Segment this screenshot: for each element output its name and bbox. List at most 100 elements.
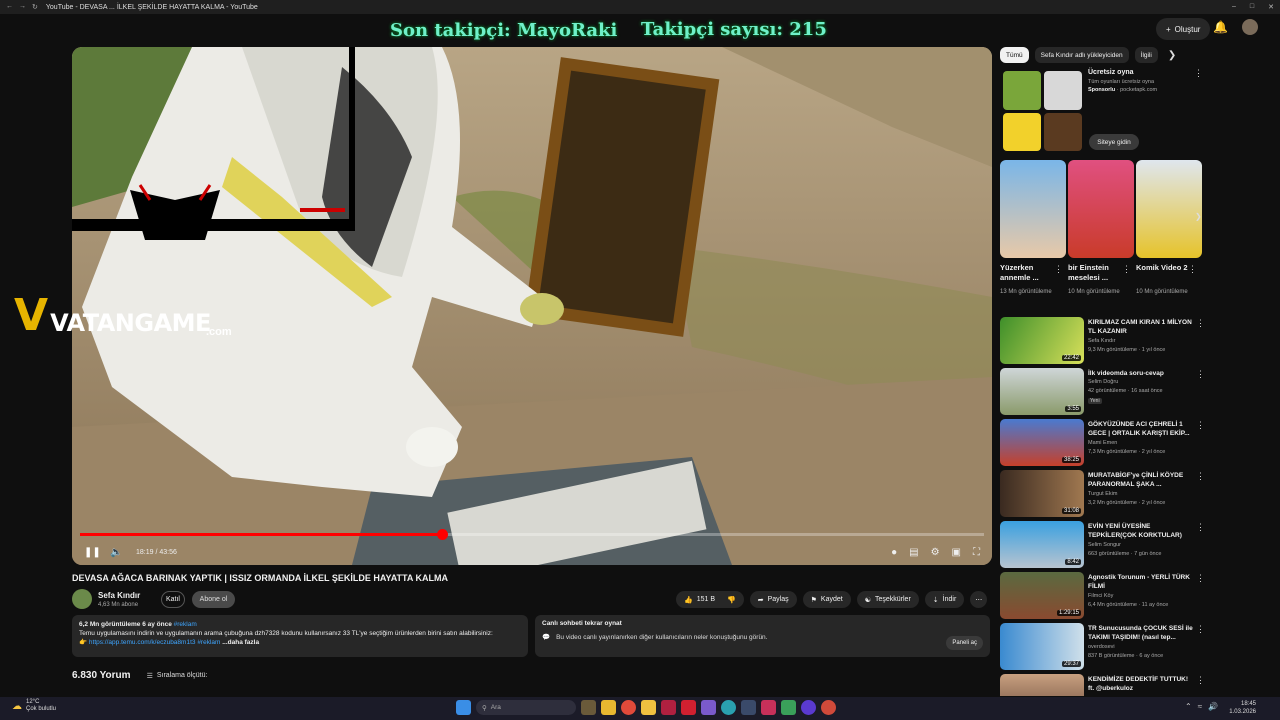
- video-thumbnail: 31:08: [1000, 470, 1084, 517]
- reload-icon[interactable]: ↻: [32, 3, 38, 11]
- share-button[interactable]: ➦ Paylaş: [749, 591, 797, 608]
- autoplay-toggle-icon[interactable]: ●: [891, 547, 897, 558]
- short-more-icon[interactable]: ⋮: [1054, 264, 1063, 275]
- short-title[interactable]: bir Einstein meselesi ...: [1068, 263, 1124, 283]
- app-icon[interactable]: [741, 700, 756, 715]
- thumbs-down-icon[interactable]: 👎: [727, 596, 736, 604]
- volume-icon[interactable]: 🔈: [110, 547, 122, 558]
- sort-button[interactable]: ☰ Sıralama ölçütü:: [147, 672, 208, 680]
- channel-avatar[interactable]: [72, 589, 92, 609]
- recommended-video[interactable]: 22:42 KIRILMAZ CAMI KIRAN 1 MİLYON TL KA…: [1000, 317, 1205, 367]
- short-more-icon[interactable]: ⋮: [1122, 264, 1131, 275]
- maximize-icon[interactable]: □: [1250, 3, 1254, 11]
- short-thumb[interactable]: [1000, 160, 1066, 258]
- sponsored-ad[interactable]: Ücretsiz oyna Tüm oyunları ücretsiz oyna…: [1000, 68, 1203, 158]
- minimize-icon[interactable]: –: [1232, 3, 1236, 11]
- short-thumb[interactable]: [1068, 160, 1134, 258]
- sort-icon: ☰: [146, 672, 153, 680]
- description-more[interactable]: ...daha fazla: [222, 639, 259, 646]
- video-more-icon[interactable]: ⋮: [1196, 624, 1205, 635]
- channel-name[interactable]: Sefa Kındır: [98, 591, 140, 600]
- video-more-icon[interactable]: ⋮: [1196, 369, 1205, 380]
- player-right-controls: ● ▤ ⚙ ▣ ⛶: [891, 547, 980, 558]
- recommended-video[interactable]: 3:55 İlk videomda soru-cevap Selim Doğru…: [1000, 368, 1205, 418]
- start-icon[interactable]: [456, 700, 471, 715]
- widgets-icon[interactable]: [581, 700, 596, 715]
- like-button[interactable]: 👍 151 B 👎: [676, 591, 744, 608]
- thanks-button[interactable]: ☯ Teşekkürler: [856, 591, 919, 608]
- stream-overlay-frame: [72, 47, 355, 240]
- back-icon[interactable]: ←: [6, 3, 13, 11]
- recommended-video[interactable]: 31:08 MURATABİGF'ye ÇİNLİ KÖYDE PARANORM…: [1000, 470, 1205, 520]
- recommended-video[interactable]: 29:37 TR Sunucusunda ÇOCUK SESİ ile TAKI…: [1000, 623, 1205, 673]
- wifi-icon[interactable]: ≈: [1198, 702, 1202, 711]
- app-icon[interactable]: [701, 700, 716, 715]
- visit-site-button[interactable]: Siteye gidin: [1089, 134, 1139, 150]
- app-icon[interactable]: [781, 700, 796, 715]
- app-icon[interactable]: [661, 700, 676, 715]
- forward-icon[interactable]: →: [19, 3, 26, 11]
- join-button[interactable]: Katıl: [161, 591, 185, 608]
- description-hashtag[interactable]: #reklam: [174, 621, 197, 628]
- description-box[interactable]: 6,2 Mn görüntüleme 6 ay önce #reklam Tem…: [72, 615, 528, 657]
- bell-icon[interactable]: 🔔: [1213, 20, 1228, 34]
- fullscreen-icon[interactable]: ⛶: [973, 547, 980, 558]
- save-button[interactable]: ⚑ Kaydet: [802, 591, 851, 608]
- recommended-video[interactable]: 38:25 GÖKYÜZÜNDE ACI ÇEHRELİ 1 GECE | OR…: [1000, 419, 1205, 469]
- pause-icon[interactable]: ❚❚: [84, 547, 101, 558]
- taskbar-search[interactable]: ⚲ Ara: [476, 700, 576, 715]
- short-views: 10 Mn görüntüleme: [1068, 289, 1120, 295]
- progress-bar[interactable]: [80, 529, 984, 540]
- youtube-app-icon[interactable]: [681, 700, 696, 715]
- short-thumb[interactable]: [1136, 160, 1202, 258]
- chip-all[interactable]: Tümü: [1000, 47, 1029, 63]
- app-icon[interactable]: [821, 700, 836, 715]
- ad-title: Ücretsiz oyna: [1088, 69, 1134, 76]
- recommended-video[interactable]: 1:29:15 Agnostik Torunum - YERLİ TÜRK Fİ…: [1000, 572, 1205, 622]
- short-more-icon[interactable]: ⋮: [1188, 264, 1197, 275]
- tab-title[interactable]: YouTube - DEVASA ... İLKEL ŞEKİLDE HAYAT…: [46, 4, 258, 11]
- settings-gear-icon[interactable]: ⚙: [931, 547, 940, 558]
- chevron-up-icon[interactable]: ⌃: [1185, 702, 1192, 711]
- folder-icon[interactable]: [641, 700, 656, 715]
- video-thumbnail: 3:55: [1000, 368, 1084, 415]
- account-avatar[interactable]: [1242, 19, 1258, 35]
- close-icon[interactable]: ✕: [1268, 3, 1274, 11]
- short-title[interactable]: Yüzerken annemle ...: [1000, 263, 1056, 283]
- speaker-icon[interactable]: 🔊: [1208, 702, 1218, 711]
- open-panel-button[interactable]: Paneli aç: [946, 636, 983, 650]
- chip-from-uploader[interactable]: Sefa Kındır adlı yükleyiciden: [1034, 47, 1129, 63]
- video-more-icon[interactable]: ⋮: [1196, 318, 1205, 329]
- pointing-hand-icon: 👉: [79, 639, 88, 646]
- file-explorer-icon[interactable]: [601, 700, 616, 715]
- download-button[interactable]: ⇣ İndir: [924, 591, 965, 608]
- shorts-next-icon[interactable]: ❯: [1195, 212, 1202, 221]
- recommended-video[interactable]: 8:42 EVİN YENİ ÜYESİNE TEPKİLER(ÇOK KORK…: [1000, 521, 1205, 571]
- short-title[interactable]: Komik Video 2: [1136, 263, 1192, 273]
- video-more-icon[interactable]: ⋮: [1196, 675, 1205, 686]
- description-link-hashtag[interactable]: #reklam: [197, 639, 220, 646]
- video-channel: Turgut Ekim: [1088, 491, 1118, 497]
- recommended-video[interactable]: KENDİMİZE DEDEKTİF TUTTUK! ft. @uberkulo…: [1000, 674, 1205, 696]
- subscribe-button[interactable]: Abone ol: [192, 591, 235, 608]
- app-icon[interactable]: [761, 700, 776, 715]
- subtitles-icon[interactable]: ▤: [909, 547, 918, 558]
- chevron-right-icon[interactable]: ❯: [1168, 50, 1176, 61]
- description-link[interactable]: https://app.temu.com/k/eczuba8m1t3: [89, 639, 196, 646]
- chrome-icon[interactable]: [621, 700, 636, 715]
- edge-icon[interactable]: [721, 700, 736, 715]
- weather-widget[interactable]: ☁ 12°C Çok bulutlu: [12, 699, 56, 713]
- video-channel: Mami Emen: [1088, 440, 1118, 446]
- clock[interactable]: 18:45 1.03.2026: [1229, 700, 1256, 716]
- chip-related[interactable]: İlgili: [1134, 47, 1158, 63]
- video-more-icon[interactable]: ⋮: [1196, 522, 1205, 533]
- video-more-icon[interactable]: ⋮: [1196, 420, 1205, 431]
- video-more-icon[interactable]: ⋮: [1196, 573, 1205, 584]
- miniplayer-icon[interactable]: ▣: [952, 547, 961, 558]
- ad-more-icon[interactable]: ⋮: [1194, 68, 1203, 79]
- spongebob-icon: [1003, 112, 1041, 151]
- video-more-icon[interactable]: ⋮: [1196, 471, 1205, 482]
- more-actions-button[interactable]: ⋯: [970, 591, 988, 608]
- app-icon[interactable]: [801, 700, 816, 715]
- create-button[interactable]: + Oluştur: [1156, 18, 1211, 40]
